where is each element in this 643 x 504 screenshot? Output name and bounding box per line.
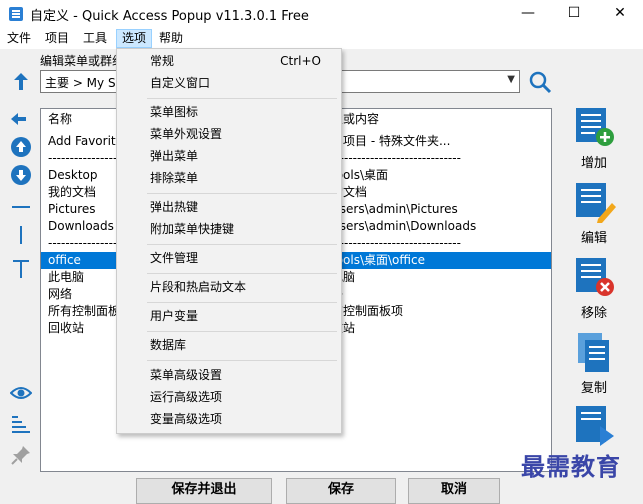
menu-item-popup-hotkeys[interactable]: 弹出热键 [117, 197, 341, 218]
add-icon [576, 108, 614, 146]
item-content: tools\桌面\office [331, 253, 425, 267]
column-break-icon[interactable] [10, 224, 32, 246]
up-level-icon[interactable] [10, 70, 32, 94]
move-down-icon[interactable] [10, 164, 32, 186]
menu-item-popup-menu[interactable]: 弹出菜单 [117, 146, 341, 167]
menu-options[interactable]: 选项 [116, 29, 153, 48]
menu-item-database[interactable]: 数据库 [117, 335, 341, 356]
edit-menu-label: 编辑菜单或群组 [40, 54, 125, 68]
menu-separator [147, 273, 337, 274]
cancel-button[interactable]: 取消 [408, 478, 500, 504]
menu-item-file-manager[interactable]: 文件管理 [117, 248, 341, 269]
save-and-exit-button[interactable]: 保存并退出 [136, 478, 272, 504]
add-button[interactable]: 增加 [566, 106, 622, 176]
column-header-name[interactable]: 名称 [48, 111, 72, 128]
menu-item-snippets[interactable]: 片段和热启动文本 [117, 277, 341, 298]
menu-help[interactable]: 帮助 [154, 29, 188, 48]
separator-icon[interactable] [10, 196, 32, 218]
menu-separator [147, 331, 337, 332]
edit-label: 编辑 [580, 231, 607, 246]
menu-item-exclude-menu[interactable]: 排除菜单 [117, 168, 341, 189]
menu-tools[interactable]: 工具 [78, 29, 112, 48]
menu-separator [147, 244, 337, 245]
options-menu: 常规 Ctrl+O 自定义窗口 菜单图标 菜单外观设置 弹出菜单 排除菜单 弹出… [116, 48, 342, 434]
item-name: Downloads [48, 219, 114, 233]
menu-separator [147, 98, 337, 99]
menu-item-user-variables[interactable]: 用户变量 [117, 306, 341, 327]
edit-icon [576, 183, 616, 223]
menu-item-run-advanced[interactable]: 运行高级选项 [117, 387, 341, 408]
item-content: 加项目 - 特殊文件夹... [331, 134, 451, 148]
close-button[interactable]: ✕ [597, 0, 643, 28]
move-up-icon[interactable] [10, 136, 32, 158]
item-name: 我的文档 [48, 185, 97, 199]
text-separator-icon[interactable] [10, 258, 32, 280]
menu-item-custom-window[interactable]: 自定义窗口 [117, 73, 341, 94]
run-icon [576, 406, 614, 446]
menu-item[interactable]: 项目 [40, 29, 74, 48]
menu-item-menu-advanced[interactable]: 菜单高级设置 [117, 365, 341, 386]
maximize-button[interactable]: ☐ [551, 0, 597, 28]
search-icon[interactable] [528, 70, 552, 94]
item-name: Pictures [48, 202, 96, 216]
title-bar[interactable]: 自定义 - Quick Access Popup v11.3.0.1 Free … [0, 0, 643, 28]
item-name: 回收站 [48, 321, 85, 335]
item-name: ---------------- [48, 151, 118, 165]
menu-item-menu-appearance[interactable]: 菜单外观设置 [117, 124, 341, 145]
item-name: 所有控制面板 [48, 304, 121, 318]
chevron-down-icon: ▼ [507, 74, 515, 85]
menu-item-variables-advanced[interactable]: 变量高级选项 [117, 409, 341, 430]
item-content: ------------------------------ [331, 236, 461, 250]
minimize-button[interactable]: — [505, 0, 551, 28]
menu-file[interactable]: 文件 [2, 29, 36, 48]
pin-icon[interactable] [10, 444, 32, 466]
copy-icon [578, 333, 609, 372]
copy-label: 复制 [580, 381, 607, 396]
item-content: ------------------------------ [331, 151, 461, 165]
watermark-text: 最需教育 [521, 452, 621, 481]
menu-selector-value: 主要 > My S [45, 76, 116, 90]
item-name: office [48, 253, 81, 267]
sort-icon[interactable] [10, 412, 32, 434]
eye-icon[interactable] [10, 382, 32, 404]
item-content: Users\admin\Pictures [331, 202, 458, 216]
run-button[interactable] [566, 404, 622, 448]
menu-separator [147, 360, 337, 361]
menu-separator [147, 302, 337, 303]
menu-item-general[interactable]: 常规 Ctrl+O [117, 51, 341, 72]
remove-button[interactable]: 移除 [566, 256, 622, 326]
item-name: 网络 [48, 287, 73, 301]
menu-item-menu-icons[interactable]: 菜单图标 [117, 102, 341, 123]
item-name: 此电脑 [48, 270, 85, 284]
remove-label: 移除 [580, 306, 607, 321]
item-content: Users\admin\Downloads [331, 219, 477, 233]
edit-button[interactable]: 编辑 [566, 181, 622, 251]
app-window: 自定义 - Quick Access Popup v11.3.0.1 Free … [0, 0, 643, 504]
arrow-left-icon[interactable] [8, 108, 30, 130]
menu-item-shortcut: Ctrl+O [280, 54, 321, 68]
remove-icon [576, 258, 614, 296]
item-name: Add Favorite [48, 134, 123, 148]
item-name: ---------------- [48, 236, 118, 250]
app-icon [9, 7, 23, 21]
copy-button[interactable]: 复制 [566, 331, 622, 401]
item-name: Desktop [48, 168, 98, 182]
menu-item-label: 常规 [150, 54, 175, 68]
menu-bar: 文件 项目 工具 选项 帮助 [0, 28, 643, 49]
menu-separator [147, 193, 337, 194]
add-label: 增加 [580, 156, 607, 171]
menu-item-menu-shortcuts[interactable]: 附加菜单快捷键 [117, 219, 341, 240]
window-title: 自定义 - Quick Access Popup v11.3.0.1 Free [30, 9, 309, 24]
save-button[interactable]: 保存 [286, 478, 396, 504]
